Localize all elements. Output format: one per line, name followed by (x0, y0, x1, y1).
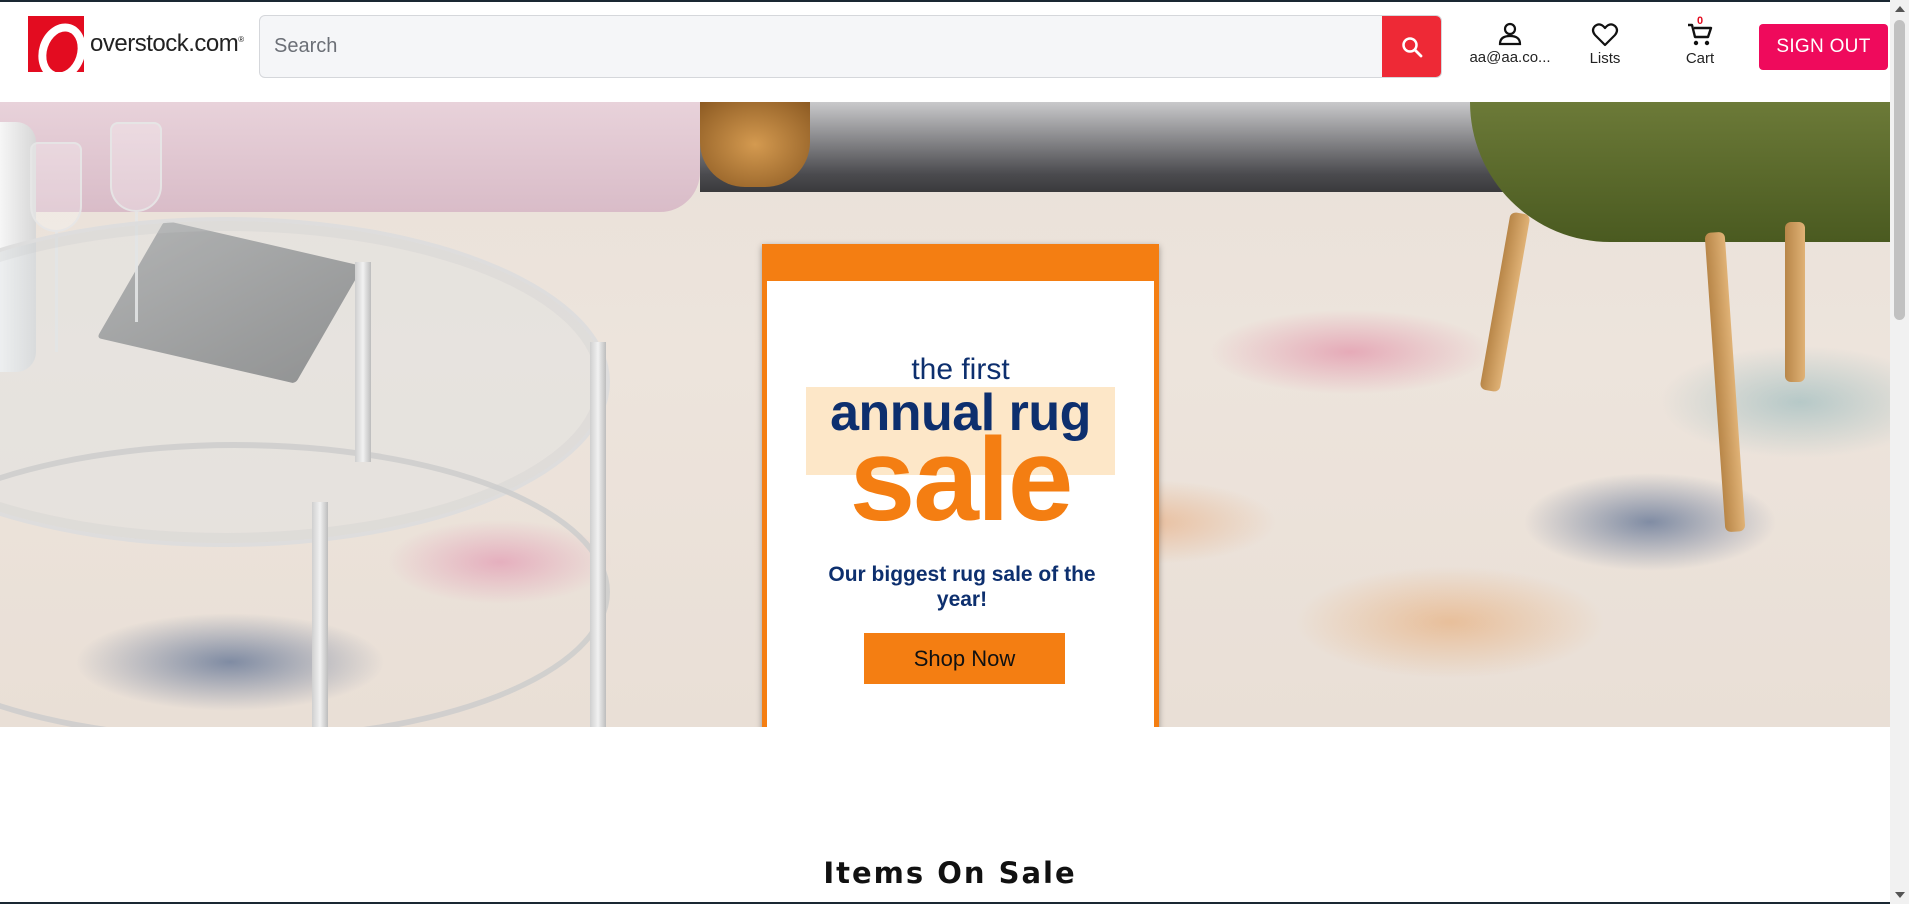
logo-text: overstock.com® (90, 30, 244, 57)
page: overstock.com® aa@aa.co... Lists (0, 0, 1909, 904)
cart-label: Cart (1685, 50, 1715, 67)
promo-kicker: the first (911, 353, 1010, 386)
scroll-up-arrow-icon[interactable] (1895, 6, 1905, 12)
cart-link[interactable]: 0 Cart (1672, 15, 1728, 67)
logo-mark-icon (28, 16, 84, 72)
account-icon (1498, 22, 1522, 46)
search-bar (259, 15, 1442, 78)
cart-count-badge: 0 (1696, 15, 1704, 27)
hero-wineglass-image (30, 142, 82, 232)
account-menu[interactable]: aa@aa.co... (1469, 22, 1551, 66)
promo-sale-word: sale (849, 414, 1074, 546)
site-header: overstock.com® aa@aa.co... Lists (0, 2, 1890, 102)
page-scrollbar[interactable] (1890, 0, 1909, 904)
promo-card: the first annual rug sale Our biggest ru… (762, 244, 1159, 727)
search-button[interactable] (1382, 16, 1441, 77)
hero-chair-image (1470, 102, 1900, 242)
promo-subtitle: Our biggest rug sale of the year! (828, 563, 1096, 612)
promo-top-band (767, 249, 1154, 281)
lists-link[interactable]: Lists (1580, 22, 1630, 67)
hero-chair-leg (1785, 222, 1805, 382)
sign-out-button[interactable]: SIGN OUT (1759, 24, 1888, 70)
hero-stump-image (700, 102, 810, 187)
hero-chair-leg (1479, 211, 1531, 393)
hero-table-leg (312, 502, 328, 727)
hero-table-leg (590, 342, 606, 727)
hero-table-leg (355, 262, 371, 462)
hero-chair-leg (1704, 231, 1746, 533)
account-label: aa@aa.co... (1469, 49, 1551, 66)
hero-sofa-image (0, 102, 700, 212)
heart-icon (1591, 23, 1619, 47)
search-input[interactable] (260, 16, 1382, 77)
scrollbar-thumb[interactable] (1894, 20, 1905, 320)
hero-banner: the first annual rug sale Our biggest ru… (0, 102, 1900, 727)
lists-label: Lists (1589, 50, 1621, 67)
scroll-down-arrow-icon[interactable] (1895, 892, 1905, 898)
shop-now-button[interactable]: Shop Now (864, 633, 1065, 684)
search-icon (1402, 36, 1423, 57)
items-on-sale-heading: Items On Sale (823, 856, 1077, 890)
overstock-logo[interactable]: overstock.com® (28, 16, 244, 72)
hero-wineglass-image (110, 122, 162, 212)
